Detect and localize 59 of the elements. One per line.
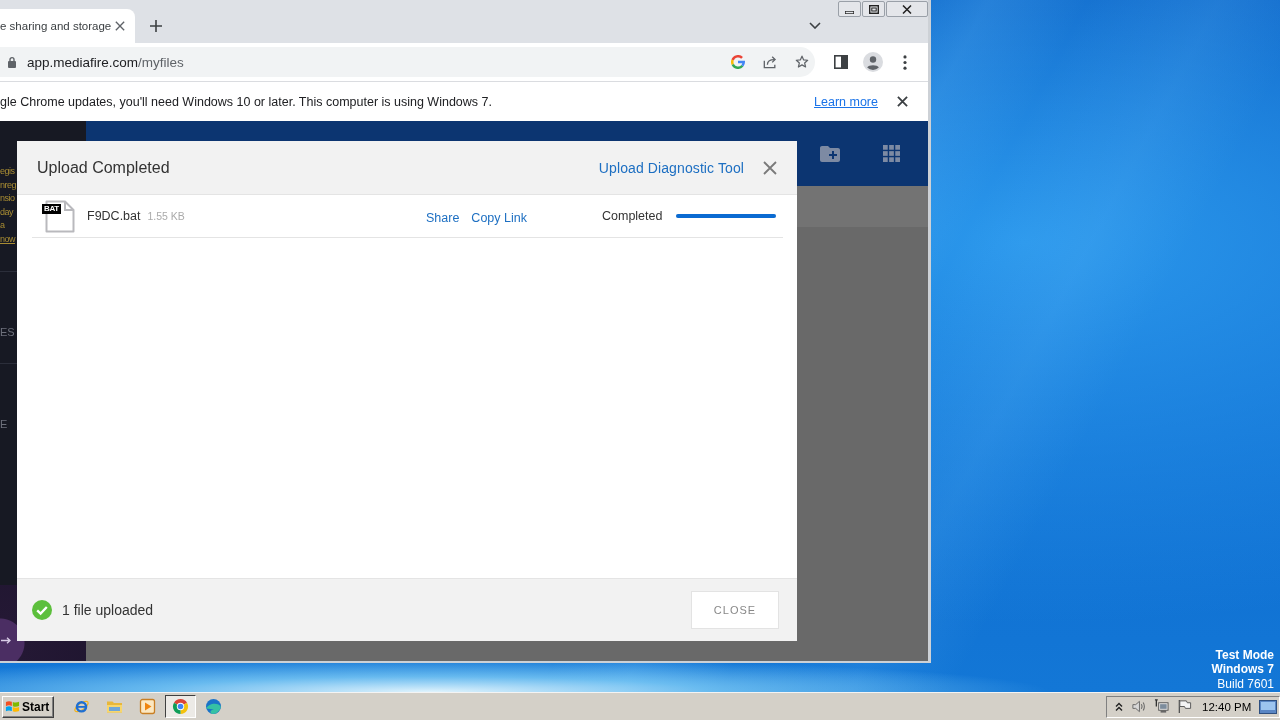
minimize-icon [845,10,854,14]
address-bar[interactable]: app.mediafire.com/myfiles [0,47,815,77]
chevron-down-icon[interactable] [809,22,821,29]
flag-icon[interactable] [1177,699,1192,714]
file-size: 1.55 KB [147,210,185,222]
lock-icon [7,56,17,68]
file-name: F9DC.bat [87,209,141,223]
promo-text: egis [0,165,15,178]
profile-icon[interactable] [863,52,883,72]
chevron-up-icon[interactable] [1115,701,1123,712]
diagnostic-link[interactable]: Upload Diagnostic Tool [598,159,744,176]
window-close-button[interactable] [886,1,928,17]
minimize-button[interactable] [838,1,861,17]
colored-g-icon[interactable] [731,55,745,69]
promo-text: nsio [0,192,15,205]
menu-icon[interactable] [903,54,907,70]
speaker-icon[interactable] [1131,699,1146,714]
info-message: gle Chrome updates, you'll need Windows 10 or later. This computer is using Windows 7. [0,94,492,109]
play-icon [139,698,156,715]
desktop-notice-text: Test Mode [1215,647,1274,662]
browser-wave-icon [205,698,222,715]
share-icon[interactable] [763,55,777,69]
section-label: E [0,418,8,430]
browser-circle-icon [172,698,189,715]
star-icon[interactable] [795,55,809,69]
restore-icon [868,4,879,14]
show-desktop-icon[interactable] [1259,699,1277,714]
upload-status: Completed [602,209,663,223]
arrow-icon[interactable] [1,637,11,644]
promo-text: nreg [0,178,16,192]
start-button[interactable]: Start [2,695,54,718]
windows-flag-icon [5,699,20,714]
restore-button[interactable] [862,1,885,17]
promo-text: a [0,219,5,232]
section-label: ES [0,326,15,338]
close-button[interactable]: CLOSE [691,591,779,629]
grid-icon[interactable] [883,145,900,162]
plus-icon[interactable] [150,19,162,32]
clock-text[interactable]: 12:40 PM [1202,700,1252,713]
promo-text: day [0,205,13,219]
taskbar-app-button[interactable] [165,695,196,718]
browser-e-icon [73,698,90,715]
browser-tab[interactable]: e sharing and storage [0,9,135,43]
learn-more-link[interactable]: Learn more [814,94,878,109]
dialog-title: Upload Completed [37,158,170,177]
upload-summary: 1 file uploaded [62,602,154,618]
close-icon[interactable] [897,96,908,107]
file-action-link[interactable]: Copy Link [471,210,527,225]
close-icon[interactable] [115,21,125,31]
promo-link[interactable]: now [0,232,15,246]
check-circle-icon [32,600,52,620]
desktop-notice-text: Build 7601 [1217,676,1274,691]
network-icon[interactable] [1154,699,1169,714]
folder-plus-icon[interactable] [820,145,840,162]
close-icon [902,4,912,14]
file-type-badge: BAT [42,203,61,214]
side-panel-icon[interactable] [834,55,848,69]
file-action-link[interactable]: Share [426,210,460,225]
desktop-notice-text: Windows 7 [1211,662,1274,677]
